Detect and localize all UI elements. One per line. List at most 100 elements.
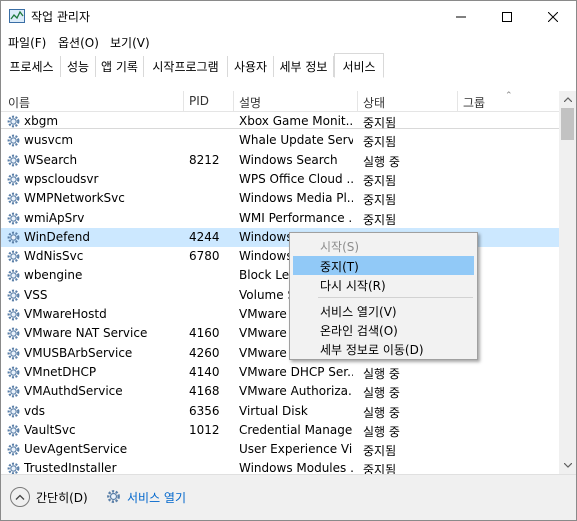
service-row[interactable]: TrustedInstaller Windows Modules ... 중지됨: [1, 459, 559, 474]
menu-bar: 파일(F) 옵션(O) 보기(V): [1, 32, 576, 52]
column-header-group[interactable]: 그룹: [463, 94, 485, 111]
menu-file[interactable]: 파일(F): [8, 34, 46, 51]
service-gear-icon: [7, 231, 20, 244]
context-menu-restart[interactable]: 다시 시작(R): [293, 275, 474, 294]
column-header-pid[interactable]: PID: [189, 94, 209, 108]
vertical-scrollbar[interactable]: [559, 91, 576, 474]
service-description: Virtual Disk: [239, 404, 308, 418]
service-gear-icon: [7, 462, 20, 474]
fewer-details-label[interactable]: 간단히(D): [36, 489, 88, 506]
tab-app-history[interactable]: 앱 기록: [96, 56, 144, 77]
service-row[interactable]: WMPNetworkSvc Windows Media Pl... 중지됨: [1, 189, 559, 208]
sort-ascending-icon: ⌃: [505, 91, 513, 101]
scroll-thumb[interactable]: [561, 108, 574, 140]
service-row[interactable]: vds 6356 Virtual Disk 실행 중: [1, 402, 559, 421]
service-name: TrustedInstaller: [24, 461, 117, 474]
context-menu-open-services[interactable]: 서비스 열기(V): [293, 301, 474, 320]
service-row[interactable]: VaultSvc 1012 Credential Manager 실행 중: [1, 421, 559, 440]
open-services-link[interactable]: 서비스 열기: [127, 489, 186, 506]
scroll-down-arrow-icon: [563, 463, 572, 468]
tab-details[interactable]: 세부 정보: [274, 56, 334, 77]
tab-startup[interactable]: 시작프로그램: [144, 56, 228, 77]
menu-options[interactable]: 옵션(O): [58, 34, 99, 51]
service-description: User Experience Vi...: [239, 442, 353, 456]
tab-processes[interactable]: 프로세스: [3, 56, 61, 77]
fewer-details-button[interactable]: [10, 487, 30, 507]
tab-services[interactable]: 서비스: [334, 53, 384, 78]
service-gear-icon: [7, 385, 20, 398]
service-name: wbengine: [24, 268, 83, 282]
service-pid: 6780: [189, 249, 220, 263]
maximize-button[interactable]: [484, 1, 530, 32]
context-menu-stop[interactable]: 중지(T): [293, 256, 474, 275]
service-name: VMwareHostd: [24, 307, 107, 321]
column-header-status[interactable]: 상태: [363, 94, 385, 111]
tab-users[interactable]: 사용자: [228, 56, 274, 77]
tab-performance[interactable]: 성능: [61, 56, 96, 77]
service-row[interactable]: WSearch 8212 Windows Search 실행 중: [1, 151, 559, 170]
context-menu: 시작(S) 중지(T) 다시 시작(R) 서비스 열기(V) 온라인 검색(O)…: [289, 232, 478, 360]
service-row[interactable]: wmiApSrv WMI Performance ... 중지됨: [1, 209, 559, 228]
service-name: VaultSvc: [24, 423, 76, 437]
chevron-up-icon: [15, 494, 25, 500]
service-gear-icon: [7, 269, 20, 282]
service-description: Whale Update Serv...: [239, 133, 353, 147]
service-status: 중지됨: [363, 463, 397, 474]
service-name: UevAgentService: [24, 442, 128, 456]
service-description: Windows Search: [239, 153, 338, 167]
service-description: VMware DHCP Ser...: [239, 365, 353, 379]
column-header-description[interactable]: 설명: [239, 94, 261, 111]
service-row[interactable]: UevAgentService User Experience Vi... 중지됨: [1, 440, 559, 459]
service-name: WMPNetworkSvc: [24, 191, 125, 205]
service-pid: 6356: [189, 404, 220, 418]
service-description: Windows Media Pl...: [239, 191, 353, 205]
tab-strip: 프로세스 성능 앱 기록 시작프로그램 사용자 세부 정보 서비스: [1, 53, 576, 129]
service-pid: 4168: [189, 384, 220, 398]
service-status: 중지됨: [363, 174, 397, 188]
menu-view[interactable]: 보기(V): [110, 34, 150, 51]
context-menu-search-online[interactable]: 온라인 검색(O): [293, 320, 474, 339]
service-name: WinDefend: [24, 230, 90, 244]
service-row[interactable]: xbgm Xbox Game Monit... 중지됨: [1, 112, 559, 131]
scroll-up-arrow-icon: [563, 97, 572, 102]
service-row[interactable]: wpscloudsvr WPS Office Cloud ... 중지됨: [1, 170, 559, 189]
service-gear-icon: [7, 289, 20, 302]
service-gear-icon: [7, 424, 20, 437]
task-manager-window: 작업 관리자 파일(F) 옵션(O) 보기(V) 프로세스 성능 앱 기록 시작…: [0, 0, 577, 521]
service-name: VMware NAT Service: [24, 326, 148, 340]
service-pid: 4140: [189, 365, 220, 379]
minimize-button[interactable]: [438, 1, 484, 32]
service-row[interactable]: VMnetDHCP 4140 VMware DHCP Ser... 실행 중: [1, 363, 559, 382]
service-gear-icon: [7, 366, 20, 379]
service-row[interactable]: VMAuthdService 4168 VMware Authoriza... 실행 …: [1, 382, 559, 401]
context-menu-separator: [318, 297, 473, 298]
service-description: WPS Office Cloud ...: [239, 172, 353, 186]
context-menu-start[interactable]: 시작(S): [293, 236, 474, 255]
title-bar[interactable]: 작업 관리자: [1, 1, 576, 32]
maximize-icon: [502, 11, 512, 22]
column-divider[interactable]: [233, 91, 234, 112]
services-gear-icon: [107, 490, 120, 503]
column-divider[interactable]: [357, 91, 358, 112]
service-status: 실행 중: [363, 367, 400, 381]
column-divider[interactable]: [183, 91, 184, 112]
service-name: WdNisSvc: [24, 249, 84, 263]
close-button[interactable]: [530, 1, 576, 32]
service-gear-icon: [7, 212, 20, 225]
scroll-down-button[interactable]: [559, 457, 576, 474]
service-status: 실행 중: [363, 425, 400, 439]
column-divider[interactable]: [457, 91, 458, 112]
scroll-up-button[interactable]: [559, 91, 576, 108]
service-description: Credential Manager: [239, 423, 353, 437]
service-gear-icon: [7, 327, 20, 340]
service-pid: 8212: [189, 153, 220, 167]
service-status: 중지됨: [363, 116, 397, 130]
service-pid: 4244: [189, 230, 220, 244]
column-header-name[interactable]: 이름: [8, 94, 30, 111]
service-description: VMware Authoriza...: [239, 384, 353, 398]
service-gear-icon: [7, 443, 20, 456]
close-icon: [548, 11, 558, 22]
service-gear-icon: [7, 250, 20, 263]
context-menu-go-to-details[interactable]: 세부 정보로 이동(D): [293, 339, 474, 358]
service-row[interactable]: wusvcm Whale Update Serv... 중지됨: [1, 131, 559, 150]
